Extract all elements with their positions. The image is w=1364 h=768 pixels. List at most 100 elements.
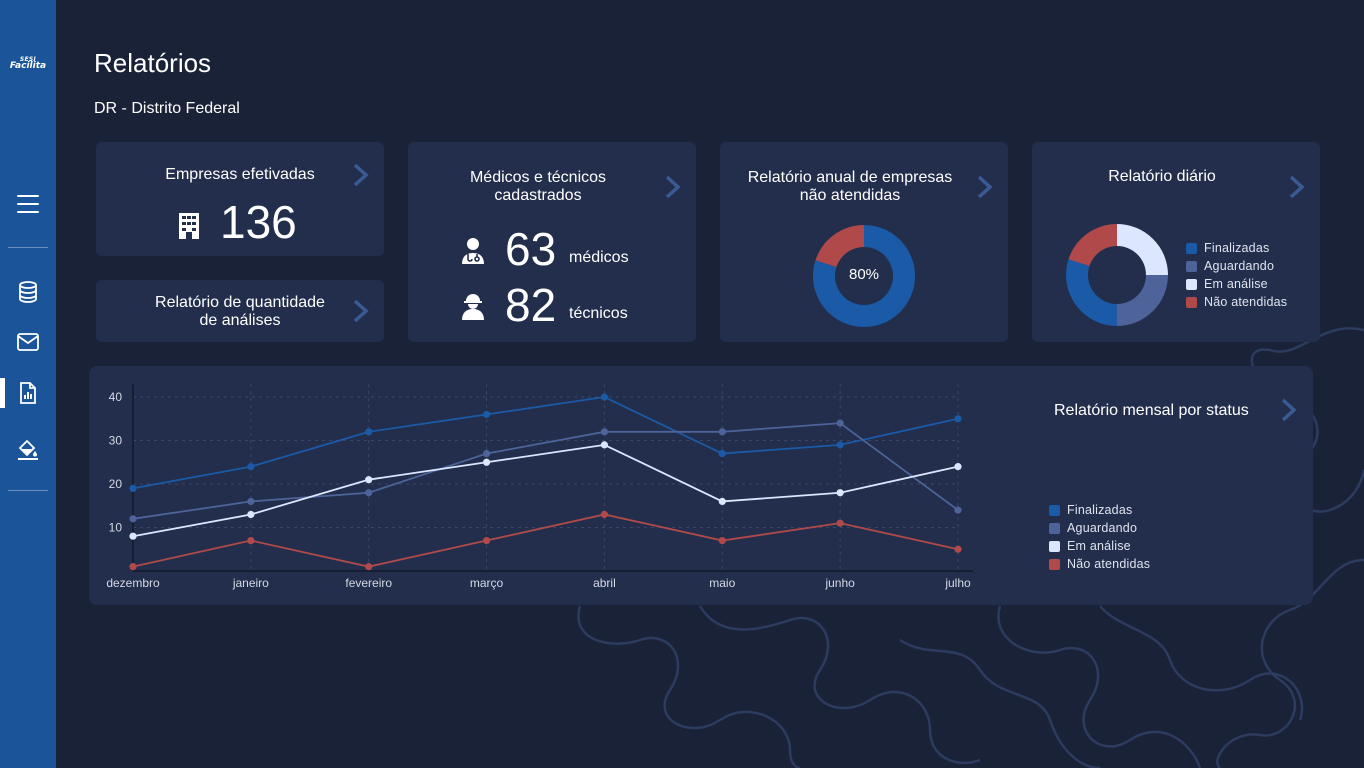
legend-label: Não atendidas (1204, 295, 1288, 309)
legend-label: Não atendidas (1067, 557, 1151, 571)
legend-swatch (1186, 296, 1197, 308)
database-icon[interactable] (16, 280, 40, 304)
card-title-line-2: de análises (199, 312, 281, 329)
data-point (365, 563, 373, 571)
card-title-line-1: Relatório de quantidade (155, 294, 325, 311)
legend-item: Não atendidas (1049, 555, 1150, 573)
legend-label: Aguardando (1204, 259, 1275, 273)
empresas-count: 136 (220, 196, 297, 248)
data-point (247, 463, 255, 471)
medicos-count: 63 (505, 223, 557, 275)
donut-center-label: 80% (848, 266, 880, 283)
card-title: Relatório diário (1108, 168, 1216, 185)
data-point (365, 489, 373, 497)
x-tick-label: abril (593, 576, 616, 590)
legend-item: Em análise (1049, 537, 1150, 555)
building-icon (179, 213, 199, 239)
card-empresas-efetivadas[interactable]: Empresas efetivadas 136 (96, 142, 384, 256)
chevron-right-icon[interactable] (1288, 174, 1306, 200)
card-title-line-1: Médicos e técnicos (469, 169, 607, 186)
active-indicator (0, 378, 5, 408)
legend-item: Aguardando (1049, 519, 1150, 537)
menu-icon[interactable] (16, 192, 40, 216)
data-point (836, 519, 844, 527)
data-point (718, 536, 726, 545)
data-point (247, 510, 255, 519)
x-tick-label: janeiro (232, 576, 269, 590)
card-title: Relatório mensal por status (1054, 402, 1249, 419)
legend-label: Em análise (1204, 277, 1268, 291)
data-point (600, 510, 609, 519)
data-point (600, 428, 609, 436)
data-point (129, 563, 137, 571)
legend-label: Em análise (1067, 539, 1131, 553)
mail-icon[interactable] (16, 330, 40, 354)
data-point (600, 441, 609, 449)
card-title-line-1: Relatório anual de empresas (747, 169, 953, 186)
tecnicos-unit: técnicos (569, 305, 628, 322)
card-relatorio-mensal[interactable]: 10 20 30 40 dezembro janeiro fevereiro março abr… (89, 366, 1313, 605)
daily-donut-chart (1066, 224, 1168, 326)
donut-slice (1068, 224, 1117, 267)
legend-swatch (1186, 242, 1197, 254)
donut-slice (1066, 259, 1117, 326)
sidebar-divider (8, 490, 48, 491)
data-point (129, 515, 137, 523)
tecnicos-count: 82 (505, 279, 557, 331)
data-point (836, 441, 844, 449)
page-title: Relatórios (94, 48, 212, 78)
card-title: Empresas efetivadas (165, 166, 315, 183)
chevron-right-icon[interactable] (1280, 397, 1298, 423)
data-point (129, 532, 137, 540)
data-point (247, 536, 255, 545)
monthly-line-chart: 10 20 30 40 dezembro janeiro fevereiro março abr… (106, 384, 973, 590)
series-line (132, 443, 959, 538)
data-point (365, 428, 373, 436)
card-relatorio-anual[interactable]: Relatório anual de empresas não atendida… (720, 142, 1008, 342)
chevron-right-icon[interactable] (664, 174, 682, 200)
monthly-legend: Finalizadas Aguardando Em análise Não at… (1049, 501, 1150, 573)
chevron-right-icon[interactable] (976, 174, 994, 200)
legend-item: Finalizadas (1186, 239, 1287, 257)
card-relatorio-diario[interactable]: Relatório diário Finalizadas Aguardando … (1032, 142, 1320, 342)
data-point (600, 393, 609, 401)
data-point (954, 463, 962, 471)
data-point (718, 428, 726, 436)
chevron-right-icon[interactable] (352, 298, 370, 324)
y-tick-label: 30 (109, 434, 123, 448)
data-point (718, 497, 726, 506)
donut-slice (1117, 275, 1168, 326)
chevron-right-icon[interactable] (352, 162, 370, 188)
donut-slice (1117, 224, 1168, 275)
sesi-facilita-logo[interactable]: SESI Facilita (6, 56, 50, 71)
sidebar: SESI Facilita (0, 0, 56, 768)
paint-bucket-icon[interactable] (16, 437, 40, 461)
card-title-line-2: cadastrados (494, 187, 582, 204)
data-point (482, 410, 491, 419)
donut-slice (815, 225, 864, 268)
technician-icon (462, 294, 484, 320)
data-point (836, 419, 844, 427)
logo-line-2: Facilita (9, 61, 47, 71)
legend-label: Finalizadas (1204, 241, 1270, 255)
medicos-unit: médicos (569, 249, 629, 266)
data-point (482, 458, 491, 466)
data-point (954, 415, 962, 423)
x-tick-label: junho (824, 576, 855, 590)
report-icon[interactable] (16, 381, 40, 405)
legend-item: Finalizadas (1049, 501, 1150, 519)
y-tick-label: 10 (109, 521, 123, 535)
x-tick-label: março (470, 576, 504, 590)
legend-swatch (1049, 504, 1060, 516)
card-relatorio-analises[interactable]: Relatório de quantidade de análises (96, 280, 384, 342)
doctor-icon (462, 238, 484, 264)
y-tick-label: 20 (109, 477, 123, 491)
card-medicos-tecnicos[interactable]: Médicos e técnicos cadastrados 63 médico… (408, 142, 696, 342)
legend-swatch (1049, 540, 1060, 552)
legend-label: Aguardando (1067, 521, 1138, 535)
sidebar-divider (8, 247, 48, 248)
data-point (954, 506, 962, 514)
legend-label: Finalizadas (1067, 503, 1133, 517)
legend-item: Não atendidas (1186, 293, 1287, 311)
data-point (482, 449, 491, 458)
